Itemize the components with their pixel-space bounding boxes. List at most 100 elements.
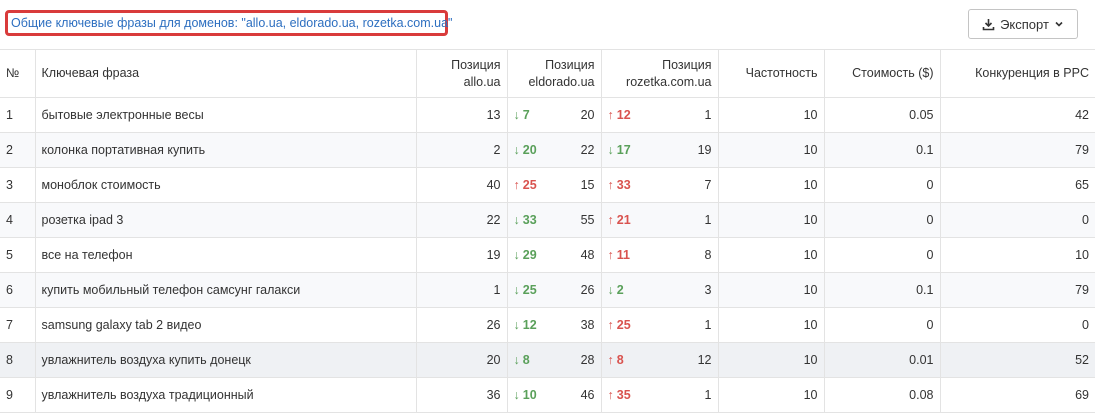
ppc-competition: 65: [939, 167, 1095, 203]
position-rozetka: ↑ 35 1: [600, 377, 719, 413]
arrow-up-icon: ↑: [607, 318, 614, 332]
position-value: 38: [580, 318, 595, 332]
ppc-competition: 52: [939, 342, 1095, 378]
keyword-phrase[interactable]: бытовые электронные весы: [34, 97, 417, 133]
position-change: ↑ 25: [607, 318, 631, 332]
position-value: 8: [704, 248, 712, 262]
position-eldorado: ↓ 25 26: [506, 272, 602, 308]
position-rozetka: ↑ 25 1: [600, 307, 719, 343]
position-change: ↑ 8: [607, 353, 624, 367]
position-allo: 36: [415, 377, 508, 413]
col-header-pos-allo[interactable]: Позиция allo.ua: [415, 49, 508, 98]
position-allo: 1: [415, 272, 508, 308]
position-value: 28: [580, 353, 595, 367]
keyword-phrase[interactable]: купить мобильный телефон самсунг галакси: [34, 272, 417, 308]
position-allo: 20: [415, 342, 508, 378]
frequency: 10: [717, 237, 825, 273]
position-change: ↓ 17: [607, 143, 631, 157]
position-change: ↓ 8: [513, 353, 530, 367]
position-change: ↓ 25: [513, 283, 537, 297]
position-change: ↓ 7: [513, 108, 530, 122]
position-eldorado: ↑ 25 15: [506, 167, 602, 203]
keyword-phrase[interactable]: розетка ipad 3: [34, 202, 417, 238]
export-button[interactable]: Экспорт: [968, 9, 1078, 39]
position-change: ↓ 12: [513, 318, 537, 332]
row-number: 2: [0, 132, 36, 168]
position-value: 20: [580, 108, 595, 122]
position-value: 15: [580, 178, 595, 192]
row-number: 6: [0, 272, 36, 308]
ppc-competition: 0: [939, 307, 1095, 343]
col-header-pos-eldorado[interactable]: Позиция eldorado.ua: [506, 49, 602, 98]
position-rozetka: ↑ 33 7: [600, 167, 719, 203]
row-number: 7: [0, 307, 36, 343]
position-allo: 26: [415, 307, 508, 343]
ppc-competition: 42: [939, 97, 1095, 133]
col-header-cost[interactable]: Стоимость ($): [823, 49, 941, 98]
frequency: 10: [717, 167, 825, 203]
position-change: ↑ 12: [607, 108, 631, 122]
arrow-up-icon: ↑: [607, 248, 614, 262]
position-value: 1: [704, 318, 712, 332]
position-value: 46: [580, 388, 595, 402]
position-allo: 22: [415, 202, 508, 238]
position-allo: 13: [415, 97, 508, 133]
ppc-competition: 0: [939, 202, 1095, 238]
arrow-down-icon: ↓: [513, 108, 520, 122]
domains-title-highlight: Общие ключевые фразы для доменов: "allo.…: [5, 10, 452, 36]
row-number: 4: [0, 202, 36, 238]
arrow-down-icon: ↓: [513, 283, 520, 297]
keyword-phrase[interactable]: моноблок стоимость: [34, 167, 417, 203]
arrow-down-icon: ↓: [513, 213, 520, 227]
col-header-phrase[interactable]: Ключевая фраза: [34, 49, 417, 98]
table-row: 1 бытовые электронные весы 13 ↓ 7 20 ↑ 12 1 10 0.0…: [0, 97, 1095, 133]
position-change: ↑ 35: [607, 388, 631, 402]
download-icon: [982, 18, 995, 30]
keyword-phrase[interactable]: колонка портативная купить: [34, 132, 417, 168]
position-value: 7: [704, 178, 712, 192]
row-number: 3: [0, 167, 36, 203]
ppc-competition: 69: [939, 377, 1095, 413]
arrow-up-icon: ↑: [513, 178, 520, 192]
keyword-phrase[interactable]: увлажнитель воздуха купить донецк: [34, 342, 417, 378]
cost: 0.1: [823, 272, 941, 308]
col-header-pos-rozetka[interactable]: Позиция rozetka.com.ua: [600, 49, 719, 98]
cost: 0: [823, 202, 941, 238]
position-allo: 19: [415, 237, 508, 273]
col-header-num[interactable]: №: [0, 49, 36, 98]
position-eldorado: ↓ 29 48: [506, 237, 602, 273]
col-header-competition[interactable]: Конкуренция в PPC: [939, 49, 1095, 98]
position-eldorado: ↓ 33 55: [506, 202, 602, 238]
keyword-phrase[interactable]: samsung galaxy tab 2 видео: [34, 307, 417, 343]
arrow-up-icon: ↑: [607, 353, 614, 367]
table-row: 7 samsung galaxy tab 2 видео 26 ↓ 12 38 ↑ 25 1 10…: [0, 307, 1095, 343]
position-eldorado: ↓ 7 20: [506, 97, 602, 133]
position-value: 55: [580, 213, 595, 227]
position-change: ↓ 20: [513, 143, 537, 157]
position-eldorado: ↓ 20 22: [506, 132, 602, 168]
position-eldorado: ↓ 12 38: [506, 307, 602, 343]
position-change: ↑ 11: [607, 248, 630, 262]
position-change: ↑ 21: [607, 213, 631, 227]
chevron-down-icon: [1055, 21, 1063, 27]
frequency: 10: [717, 97, 825, 133]
position-rozetka: ↓ 17 19: [600, 132, 719, 168]
position-rozetka: ↓ 2 3: [600, 272, 719, 308]
keyword-phrase[interactable]: все на телефон: [34, 237, 417, 273]
position-value: 1: [704, 388, 712, 402]
keywords-table: № Ключевая фраза Позиция allo.ua Позиция e…: [0, 49, 1095, 413]
arrow-up-icon: ↑: [607, 213, 614, 227]
position-value: 22: [580, 143, 595, 157]
position-rozetka: ↑ 21 1: [600, 202, 719, 238]
cost: 0.08: [823, 377, 941, 413]
keyword-phrase[interactable]: увлажнитель воздуха традиционный: [34, 377, 417, 413]
position-eldorado: ↓ 10 46: [506, 377, 602, 413]
page-title: Общие ключевые фразы для доменов: "allo.…: [11, 16, 453, 30]
ppc-competition: 10: [939, 237, 1095, 273]
position-value: 3: [704, 283, 712, 297]
table-row: 9 увлажнитель воздуха традиционный 36 ↓ 10 46…: [0, 377, 1095, 413]
table-header-row: № Ключевая фраза Позиция allo.ua Позиция e…: [0, 49, 1095, 98]
position-change: ↑ 25: [513, 178, 537, 192]
position-eldorado: ↓ 8 28: [506, 342, 602, 378]
col-header-frequency[interactable]: Частотность: [717, 49, 825, 98]
